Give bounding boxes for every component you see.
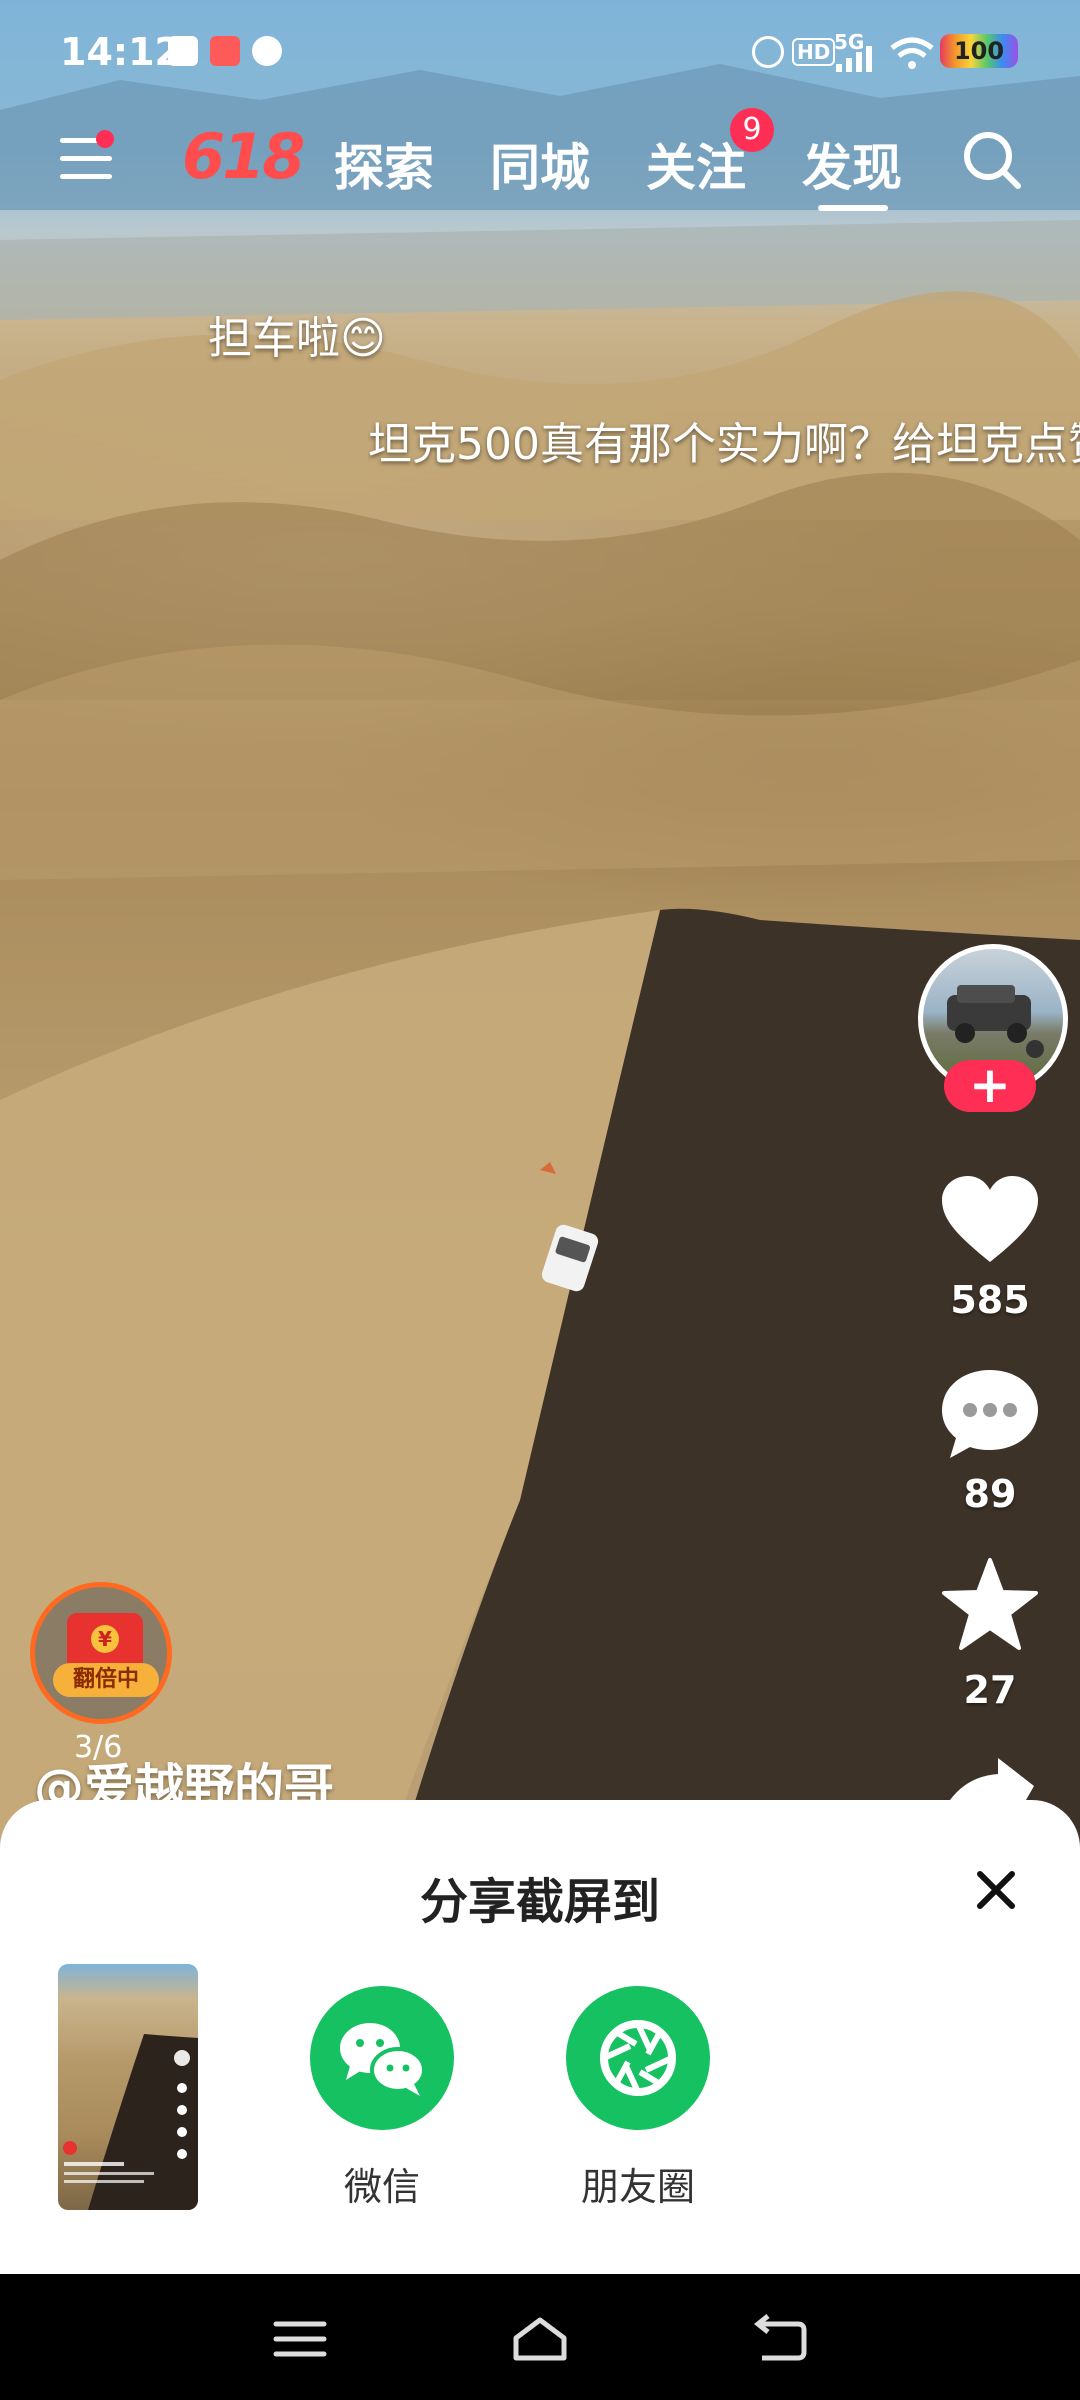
coin-icon: ¥ [91, 1625, 119, 1653]
following-badge: 9 [730, 108, 774, 152]
app-notification-icon [210, 36, 240, 66]
wechat-notification-icon [252, 36, 282, 66]
search-icon[interactable] [960, 128, 1024, 192]
battery-indicator: 100 [940, 34, 1018, 68]
moments-label: 朋友圈 [580, 2165, 695, 2209]
recent-apps-icon[interactable] [270, 2314, 330, 2364]
red-envelope-widget[interactable]: ¥ 翻倍中 [30, 1582, 172, 1724]
status-time: 14:12 [60, 30, 181, 74]
tab-local[interactable]: 同城 [490, 128, 590, 200]
comment-count: 89 [963, 1472, 1017, 1516]
wechat-icon [310, 1986, 454, 2130]
menu-notification-dot [96, 130, 114, 148]
clipboard-icon [168, 36, 198, 66]
tab-discover[interactable]: 发现 [802, 128, 902, 200]
like-icon[interactable] [938, 1174, 1042, 1266]
status-bar: 14:12 HD 5G 100 [0, 0, 1080, 110]
like-count: 585 [950, 1278, 1030, 1322]
comment-icon[interactable] [938, 1366, 1042, 1460]
tab-explore[interactable]: 探索 [334, 128, 434, 200]
share-icon[interactable] [938, 1756, 1042, 1800]
hd-icon: HD [792, 38, 836, 66]
share-to-moments[interactable]: 朋友圈 [548, 1986, 728, 2211]
danmaku-comment: 坦克500真有那个实力啊？给坦克点赞 [368, 419, 1080, 470]
thumbnail-image [63, 2034, 198, 2210]
favorite-icon[interactable] [938, 1556, 1042, 1652]
share-to-wechat[interactable]: 微信 [292, 1986, 472, 2211]
signal-icon [836, 46, 872, 72]
home-icon[interactable] [510, 2314, 570, 2364]
event-logo[interactable]: 618 [182, 120, 305, 193]
alarm-icon [752, 36, 784, 68]
share-sheet-title: 分享截屏到 [419, 1874, 660, 1930]
danmaku-comment: 担车啦😊 [208, 313, 386, 364]
favorite-count: 27 [963, 1668, 1017, 1712]
moments-icon [566, 1986, 710, 2130]
close-icon[interactable] [970, 1864, 1022, 1916]
screenshot-thumbnail[interactable] [58, 1964, 198, 2210]
active-tab-indicator [818, 205, 888, 211]
red-envelope-label: 翻倍中 [53, 1663, 159, 1697]
share-sheet: 分享截屏到 微信 朋友圈 [0, 1800, 1080, 2274]
wechat-label: 微信 [343, 2165, 420, 2209]
back-icon[interactable] [750, 2314, 810, 2364]
follow-button[interactable]: + [944, 1060, 1036, 1112]
system-nav-bar [0, 2274, 1080, 2400]
wifi-icon [890, 37, 934, 69]
